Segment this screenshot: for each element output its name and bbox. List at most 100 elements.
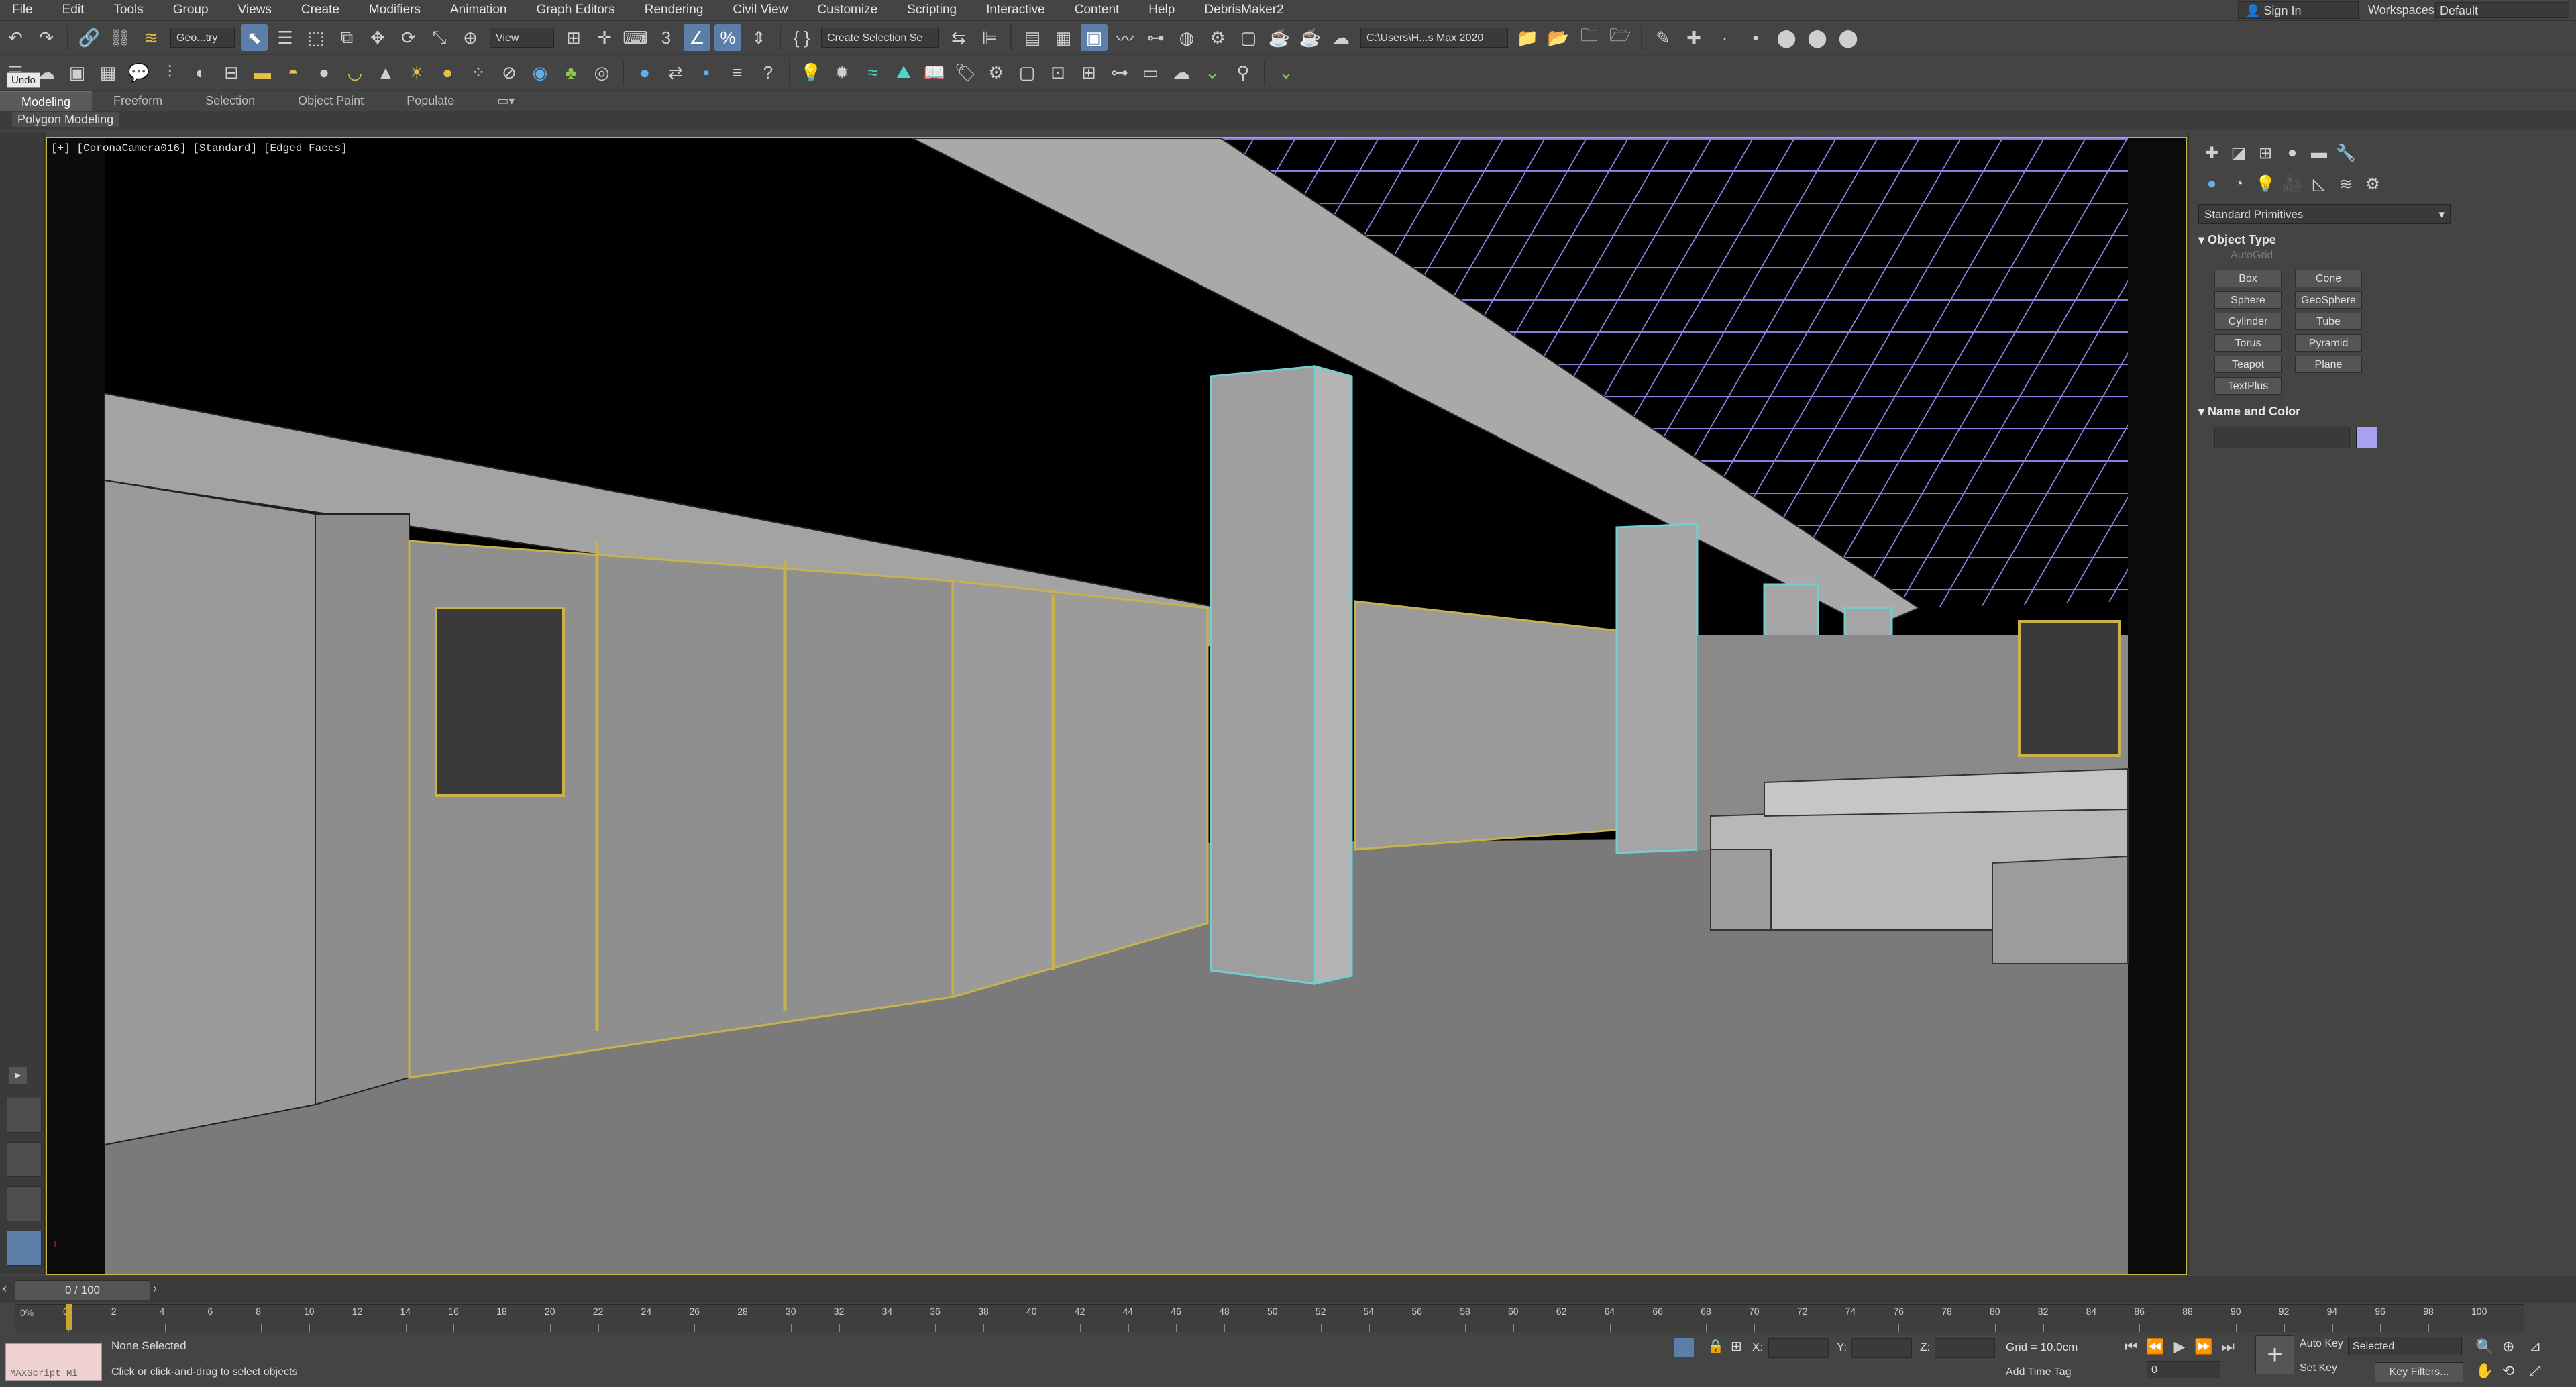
previous-frame-icon[interactable]: ⏪ xyxy=(2144,1335,2167,1358)
display-tab-icon[interactable]: ▬ xyxy=(2306,141,2332,165)
zoom-icon[interactable]: 🔍 xyxy=(2475,1338,2493,1355)
go-to-end-icon[interactable]: ⏭ xyxy=(2216,1335,2239,1358)
pivot-center-icon[interactable]: ⊞ xyxy=(560,24,587,51)
material-ball-icon[interactable]: ● xyxy=(631,59,658,86)
cameras-category-icon[interactable]: 🎥 xyxy=(2279,172,2306,196)
layout-tab-2[interactable] xyxy=(7,1142,42,1177)
globe-icon[interactable]: ◉ xyxy=(527,59,553,86)
geosphere-button[interactable]: GeoSphere xyxy=(2295,291,2362,309)
cone-button[interactable]: Cone xyxy=(2295,270,2362,287)
menu-rendering[interactable]: Rendering xyxy=(630,0,718,20)
sun-icon[interactable]: ☀ xyxy=(403,59,430,86)
chat-icon[interactable]: 💬 xyxy=(125,59,152,86)
box-button[interactable]: Box xyxy=(2214,270,2282,287)
sphere-gray-icon[interactable]: ⬤ xyxy=(1804,24,1831,51)
menu-content[interactable]: Content xyxy=(1060,0,1134,20)
material-editor-icon[interactable]: ◍ xyxy=(1173,24,1200,51)
gear-icon[interactable]: ✹ xyxy=(828,59,855,86)
menu-tools[interactable]: Tools xyxy=(99,0,158,20)
orbit-icon[interactable]: ⟲ xyxy=(2502,1362,2514,1380)
menu-group[interactable]: Group xyxy=(158,0,223,20)
add-time-tag[interactable]: Add Time Tag xyxy=(2006,1366,2072,1378)
sign-in-dropdown[interactable]: 👤 Sign In xyxy=(2238,1,2359,19)
object-name-field[interactable] xyxy=(2214,427,2350,448)
rendered-frame-icon[interactable]: ▢ xyxy=(1235,24,1262,51)
menu-civil-view[interactable]: Civil View xyxy=(718,0,802,20)
tube-icon[interactable]: ⊘ xyxy=(496,59,523,86)
spacewarps-category-icon[interactable]: ≋ xyxy=(2332,172,2359,196)
object-type-rollout[interactable]: ▾ Object Type xyxy=(2198,229,2451,250)
lights-category-icon[interactable]: 💡 xyxy=(2252,172,2279,196)
maxscript-listener[interactable]: MAXScript Mi xyxy=(5,1343,102,1381)
scene-explorer-icon[interactable]: ▤ xyxy=(1019,24,1046,51)
named-selection-dropdown[interactable]: Create Selection Se xyxy=(821,28,939,48)
render-iterative-icon[interactable]: ☕ xyxy=(1297,24,1324,51)
key-mode-dropdown[interactable]: Selected xyxy=(2348,1337,2462,1355)
time-next-icon[interactable]: › xyxy=(153,1282,157,1296)
autogrid-checkbox[interactable]: AutoGrid xyxy=(2231,250,2273,262)
bowl-icon[interactable]: ◡ xyxy=(341,59,368,86)
time-slider-handle[interactable]: 0 / 100 xyxy=(15,1280,150,1300)
geometry-category-icon[interactable]: ● xyxy=(2198,172,2225,196)
play-icon[interactable]: ▶ xyxy=(2168,1335,2191,1358)
bind-space-warp-icon[interactable]: ≋ xyxy=(138,24,164,51)
tag-icon[interactable]: 🏷 xyxy=(952,59,979,86)
grid-icon[interactable]: ▦ xyxy=(95,59,121,86)
sphere-gold-icon[interactable]: ● xyxy=(434,59,461,86)
teapot-icon[interactable]: ◐ xyxy=(187,59,214,86)
link-icon[interactable]: 🔗 xyxy=(76,24,103,51)
snaps-toggle-icon[interactable]: 3 xyxy=(653,24,680,51)
select-by-name-icon[interactable]: ☰ xyxy=(272,24,299,51)
percent-snap-icon[interactable]: % xyxy=(714,24,741,51)
frame-icon[interactable]: ⊡ xyxy=(1044,59,1071,86)
align-icon[interactable]: ⊫ xyxy=(976,24,1003,51)
shapes-category-icon[interactable]: ◔ xyxy=(2225,172,2252,196)
menu-interactive[interactable]: Interactive xyxy=(971,0,1060,20)
terrain-icon[interactable]: ⛰ xyxy=(890,59,917,86)
y-coord-field[interactable] xyxy=(1851,1338,1912,1358)
rotate-icon[interactable]: ⟳ xyxy=(395,24,422,51)
tab-modeling[interactable]: Modeling xyxy=(0,91,93,111)
menu-modifiers[interactable]: Modifiers xyxy=(354,0,435,20)
render-online-icon[interactable]: ☁ xyxy=(1328,24,1354,51)
lister-icon[interactable]: ≡ xyxy=(724,59,751,86)
create-tab-icon[interactable]: ✚ xyxy=(2198,141,2225,165)
redo-icon[interactable]: ↷ xyxy=(33,24,60,51)
modify-tab-icon[interactable]: ◪ xyxy=(2225,141,2252,165)
help-circle-icon[interactable]: ? xyxy=(755,59,782,86)
pyramid-button[interactable]: Pyramid xyxy=(2295,334,2362,352)
maximize-viewport-icon[interactable]: ⤢ xyxy=(2529,1362,2541,1380)
menu-debrismaker2[interactable]: DebrisMaker2 xyxy=(1189,0,1298,20)
viewport[interactable]: [+] [CoronaCamera016] [Standard] [Edged … xyxy=(46,137,2187,1275)
menu-views[interactable]: Views xyxy=(223,0,286,20)
hierarchy-tab-icon[interactable]: ⊞ xyxy=(2252,141,2279,165)
absolute-mode-icon[interactable]: ⊞ xyxy=(1731,1338,1742,1355)
decal-icon[interactable]: ◎ xyxy=(588,59,615,86)
select-object-icon[interactable]: ⬉ xyxy=(241,24,268,51)
window-crossing-icon[interactable]: ⧉ xyxy=(333,24,360,51)
systems-category-icon[interactable]: ⚙ xyxy=(2359,172,2386,196)
undo-icon[interactable]: ↶ xyxy=(2,24,29,51)
cloud-sync-icon[interactable]: ☁ xyxy=(1168,59,1195,86)
field-of-view-icon[interactable]: ⊿ xyxy=(2529,1338,2541,1355)
unlink-icon[interactable]: ⛓ xyxy=(107,24,133,51)
motion-tab-icon[interactable]: ● xyxy=(2279,141,2306,165)
lock-selection-icon[interactable]: 🔒 xyxy=(1707,1338,1724,1355)
sphere-white-icon[interactable]: ● xyxy=(311,59,337,86)
network-icon[interactable]: ⊶ xyxy=(1106,59,1133,86)
menu-animation[interactable]: Animation xyxy=(435,0,522,20)
sliders-icon[interactable]: ⫶ xyxy=(156,59,183,86)
box-icon[interactable]: ▬ xyxy=(249,59,276,86)
expand-arrow-icon[interactable]: ▸ xyxy=(9,1067,27,1084)
cylinder-button[interactable]: Cylinder xyxy=(2214,313,2282,330)
book-icon[interactable]: 📖 xyxy=(921,59,948,86)
plant-icon[interactable]: ♣ xyxy=(557,59,584,86)
primitive-type-dropdown[interactable]: Standard Primitives ▾ xyxy=(2198,204,2451,224)
layout-tab-active[interactable] xyxy=(7,1231,42,1266)
menu-edit[interactable]: Edit xyxy=(48,0,99,20)
sphere-gray-icon[interactable]: ⬤ xyxy=(1773,24,1800,51)
rectangle-icon[interactable]: ▭ xyxy=(1137,59,1164,86)
isolate-selection-icon[interactable] xyxy=(1674,1338,1694,1357)
dome-icon[interactable]: ◓ xyxy=(280,59,307,86)
layer-explorer-icon[interactable]: ▦ xyxy=(1050,24,1077,51)
